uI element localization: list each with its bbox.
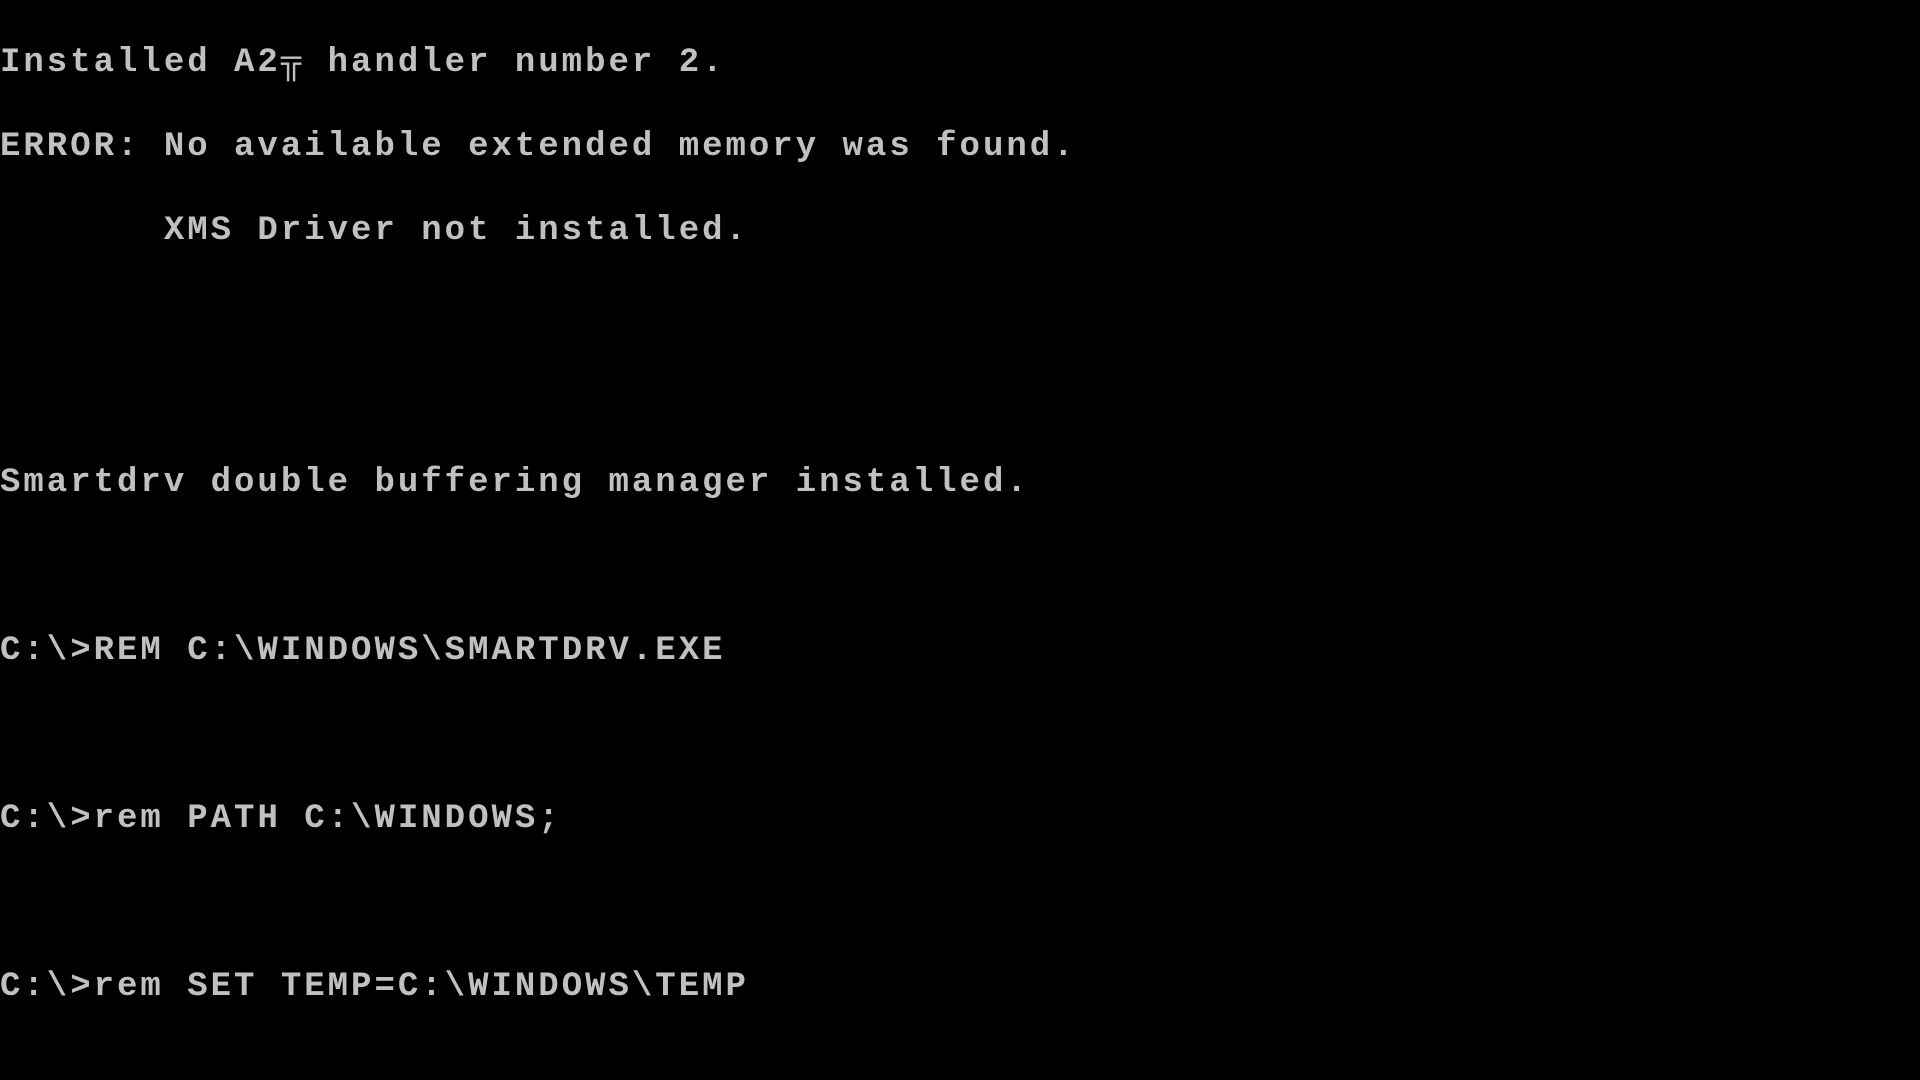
command-text: rem SET TEMP=C:\WINDOWS\TEMP <box>94 968 749 1006</box>
dos-terminal[interactable]: Installed A2╦ handler number 2. ERROR: N… <box>0 0 1920 1080</box>
command-line: C:\>rem SET TEMP=C:\WINDOWS\TEMP <box>0 966 1920 1008</box>
blank-line <box>0 714 1920 756</box>
command-line: C:\>REM C:\WINDOWS\SMARTDRV.EXE <box>0 630 1920 672</box>
blank-line <box>0 546 1920 588</box>
output-error-line: ERROR: No available extended memory was … <box>0 126 1920 168</box>
prompt-c: C:\> <box>0 968 94 1006</box>
blank-line <box>0 378 1920 420</box>
blank-line <box>0 882 1920 924</box>
output-line: Installed A2╦ handler number 2. <box>0 42 1920 84</box>
command-text: rem PATH C:\WINDOWS; <box>94 800 562 838</box>
command-line: C:\>rem PATH C:\WINDOWS; <box>0 798 1920 840</box>
blank-line <box>0 294 1920 336</box>
output-line: Smartdrv double buffering manager instal… <box>0 462 1920 504</box>
prompt-c: C:\> <box>0 632 94 670</box>
prompt-c: C:\> <box>0 800 94 838</box>
command-text: REM C:\WINDOWS\SMARTDRV.EXE <box>94 632 726 670</box>
blank-line <box>0 1050 1920 1080</box>
output-error-line: XMS Driver not installed. <box>0 210 1920 252</box>
